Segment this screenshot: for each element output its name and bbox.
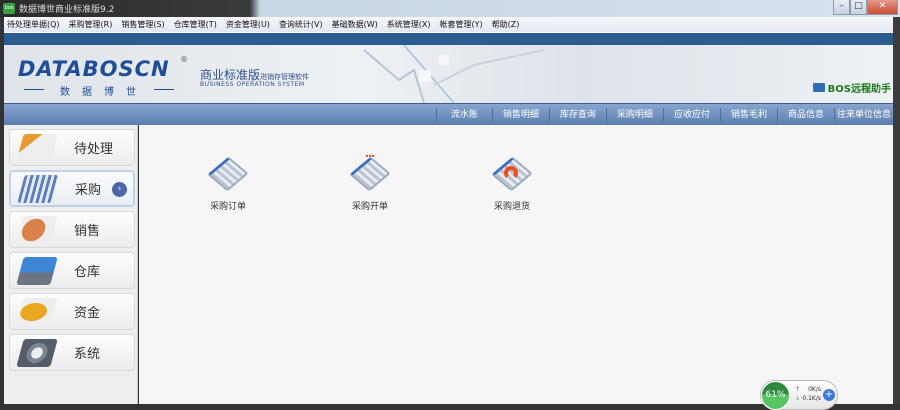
- registered-mark: ®: [180, 55, 188, 64]
- quick-nav: 流水账 销售明细 库存查询 采购明细 应收应付 销售毛利 商品信息 往来单位信息: [4, 103, 893, 125]
- app-icon: bos: [3, 3, 15, 14]
- sidebar-item-label: 采购: [75, 183, 102, 198]
- up-arrow-icon: ↑: [795, 386, 801, 393]
- gear-icon: [16, 338, 58, 367]
- window-title: 数据博世商业标准版9.2: [19, 5, 115, 15]
- purchase-icon: [17, 174, 59, 203]
- upload-value: 0K/s: [808, 386, 821, 393]
- sidebar-item-label: 系统: [74, 347, 101, 362]
- logo: DATABOSCN: [18, 57, 170, 81]
- purchase-order-icon: [207, 155, 249, 195]
- logo-chinese: 数据博世: [24, 83, 184, 98]
- monitor-icon: [812, 83, 825, 92]
- banner: DATABOSCN ® 数据博世 商业标准版进销存管理软件 BUSINESS O…: [4, 45, 893, 103]
- purchase-order-button[interactable]: 采购订单: [188, 155, 268, 212]
- nav-receivable-payable[interactable]: 应收应付: [662, 107, 720, 122]
- sidebar-item-finance[interactable]: 资金: [9, 293, 135, 330]
- cpu-usage: 61%: [761, 381, 790, 410]
- purchase-invoice-button[interactable]: 采购开单: [330, 155, 410, 212]
- close-button[interactable]: ✕: [867, 0, 898, 15]
- product-subtitle: 进销存管理软件: [260, 73, 310, 81]
- menu-finance[interactable]: 资金管理(U): [226, 19, 270, 30]
- upload-speed: ↑ 0K/s: [795, 386, 821, 393]
- download-speed: ↓ 0.1K/s: [795, 395, 821, 402]
- toolbar-strip: [4, 32, 893, 45]
- purchase-return-button[interactable]: 采购退货: [472, 155, 552, 212]
- down-arrow-icon: ↓: [795, 395, 801, 402]
- remote-assist-label: BOS远程助手: [827, 84, 891, 95]
- network-monitor-widget[interactable]: 61% ↑ 0K/s ↓ 0.1K/s +: [760, 380, 838, 410]
- menu-query[interactable]: 查询统计(V): [279, 19, 323, 30]
- product-title: 商业标准版: [200, 68, 261, 82]
- sidebar-item-purchase[interactable]: 采购 ›: [9, 170, 135, 207]
- chevron-right-icon: ›: [112, 182, 127, 197]
- function-label: 采购退货: [493, 202, 530, 212]
- nav-partner-info[interactable]: 往来单位信息: [833, 107, 893, 122]
- sidebar-item-warehouse[interactable]: 仓库: [9, 252, 135, 289]
- purchase-invoice-icon: [349, 155, 391, 195]
- menu-sales[interactable]: 销售管理(S): [121, 19, 164, 30]
- coins-icon: [16, 297, 58, 326]
- menu-basic-data[interactable]: 基础数据(W): [332, 19, 378, 30]
- function-label: 采购订单: [209, 202, 246, 212]
- sidebar-item-system[interactable]: 系统: [9, 334, 135, 371]
- sidebar-item-pending[interactable]: 待处理: [9, 129, 135, 166]
- nav-gross-profit[interactable]: 销售毛利: [719, 107, 777, 122]
- sales-icon: [16, 215, 58, 244]
- nav-stock-query[interactable]: 库存查询: [548, 107, 606, 122]
- purchase-return-icon: [491, 155, 533, 195]
- maximize-button[interactable]: □: [850, 0, 867, 15]
- sidebar-item-label: 资金: [74, 306, 101, 321]
- plus-icon[interactable]: +: [823, 389, 835, 401]
- nav-product-info[interactable]: 商品信息: [776, 107, 834, 122]
- menu-accounts[interactable]: 帐套管理(Y): [440, 19, 483, 30]
- menu-help[interactable]: 帮助(Z): [492, 19, 520, 30]
- product-english: BUSINESS OPERATION SYSTEM: [200, 81, 305, 88]
- sidebar-item-sales[interactable]: 销售: [9, 211, 135, 248]
- warehouse-icon: [16, 256, 58, 285]
- function-label: 采购开单: [351, 202, 388, 212]
- nav-sales-detail[interactable]: 销售明细: [491, 107, 549, 122]
- sidebar: 待处理 采购 › 销售 仓库 资金 系统: [4, 125, 138, 404]
- sidebar-item-label: 仓库: [74, 265, 101, 280]
- remote-assist-link[interactable]: BOS远程助手: [812, 80, 891, 95]
- menu-pending[interactable]: 待处理单据(Q): [7, 19, 60, 30]
- minimize-button[interactable]: –: [833, 0, 850, 15]
- nav-purchase-detail[interactable]: 采购明细: [605, 107, 663, 122]
- download-value: 0.1K/s: [802, 395, 821, 402]
- menu-warehouse[interactable]: 仓库管理(T): [174, 19, 217, 30]
- menu-purchase[interactable]: 采购管理(R): [69, 19, 113, 30]
- chart-decoration: [363, 45, 545, 103]
- sidebar-item-label: 销售: [74, 224, 101, 239]
- pending-icon: [16, 133, 58, 162]
- window-frame: [893, 17, 900, 404]
- nav-journal[interactable]: 流水账: [435, 107, 492, 122]
- sidebar-item-label: 待处理: [74, 142, 114, 157]
- menu-system[interactable]: 系统管理(X): [387, 19, 431, 30]
- menu-bar: 待处理单据(Q) 采购管理(R) 销售管理(S) 仓库管理(T) 资金管理(U)…: [4, 17, 894, 32]
- title-bar: bos 数据博世商业标准版9.2 – □ ✕: [0, 0, 900, 17]
- main-panel: 采购订单 采购开单 采购退货: [139, 125, 893, 404]
